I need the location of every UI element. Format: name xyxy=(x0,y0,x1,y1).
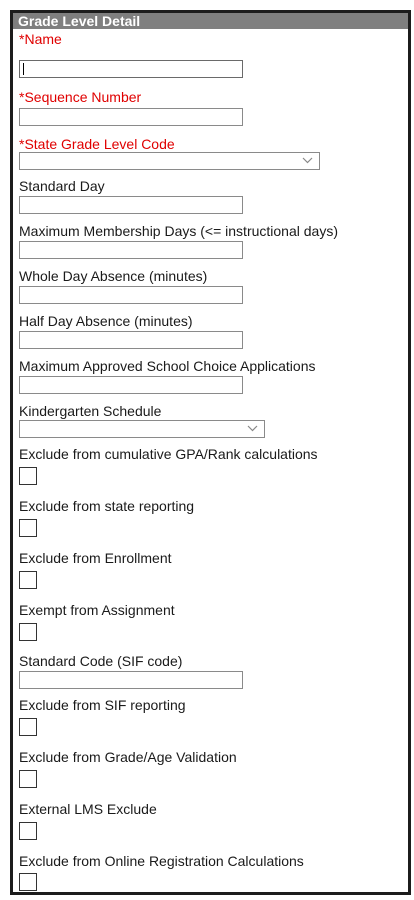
max-membership-days-input[interactable] xyxy=(19,241,243,259)
state-grade-level-code-label: *State Grade Level Code xyxy=(19,136,175,152)
exclude-grade-age-validation-checkbox[interactable] xyxy=(19,770,37,788)
chevron-down-icon xyxy=(302,157,313,164)
state-grade-level-code-select[interactable] xyxy=(19,152,320,170)
external-lms-exclude-label: External LMS Exclude xyxy=(19,801,157,817)
panel-title: Grade Level Detail xyxy=(13,13,408,29)
max-school-choice-apps-label: Maximum Approved School Choice Applicati… xyxy=(19,358,316,374)
sequence-number-input[interactable] xyxy=(19,108,243,126)
exclude-state-reporting-label: Exclude from state reporting xyxy=(19,498,195,514)
exclude-online-registration-checkbox[interactable] xyxy=(19,873,37,891)
whole-day-absence-input[interactable] xyxy=(19,286,243,304)
sequence-number-label: *Sequence Number xyxy=(19,89,142,105)
text-caret xyxy=(23,63,24,75)
exclude-enrollment-checkbox[interactable] xyxy=(19,571,37,589)
whole-day-absence-label: Whole Day Absence (minutes) xyxy=(19,268,208,284)
exclude-gpa-rank-label: Exclude from cumulative GPA/Rank calcula… xyxy=(19,446,318,462)
name-input[interactable] xyxy=(19,60,243,78)
max-school-choice-apps-input[interactable] xyxy=(19,376,243,394)
half-day-absence-input[interactable] xyxy=(19,331,243,349)
exclude-state-reporting-checkbox[interactable] xyxy=(19,519,37,537)
standard-day-label: Standard Day xyxy=(19,178,105,194)
exempt-assignment-label: Exempt from Assignment xyxy=(19,602,175,618)
chevron-down-icon xyxy=(247,425,258,432)
exclude-grade-age-validation-label: Exclude from Grade/Age Validation xyxy=(19,749,237,765)
exclude-sif-reporting-label: Exclude from SIF reporting xyxy=(19,697,186,713)
exclude-enrollment-label: Exclude from Enrollment xyxy=(19,550,172,566)
standard-day-input[interactable] xyxy=(19,196,243,214)
max-membership-days-label: Maximum Membership Days (<= instructiona… xyxy=(19,223,338,239)
grade-level-detail-panel: Grade Level Detail *Name *Sequence Numbe… xyxy=(10,10,411,895)
external-lms-exclude-checkbox[interactable] xyxy=(19,822,37,840)
half-day-absence-label: Half Day Absence (minutes) xyxy=(19,313,193,329)
standard-code-sif-input[interactable] xyxy=(19,671,243,689)
exclude-sif-reporting-checkbox[interactable] xyxy=(19,718,37,736)
exclude-gpa-rank-checkbox[interactable] xyxy=(19,467,37,485)
kindergarten-schedule-select[interactable] xyxy=(19,420,265,438)
exempt-assignment-checkbox[interactable] xyxy=(19,623,37,641)
standard-code-sif-label: Standard Code (SIF code) xyxy=(19,653,183,669)
name-label: *Name xyxy=(19,31,62,47)
exclude-online-registration-label: Exclude from Online Registration Calcula… xyxy=(19,853,304,869)
kindergarten-schedule-label: Kindergarten Schedule xyxy=(19,403,162,419)
